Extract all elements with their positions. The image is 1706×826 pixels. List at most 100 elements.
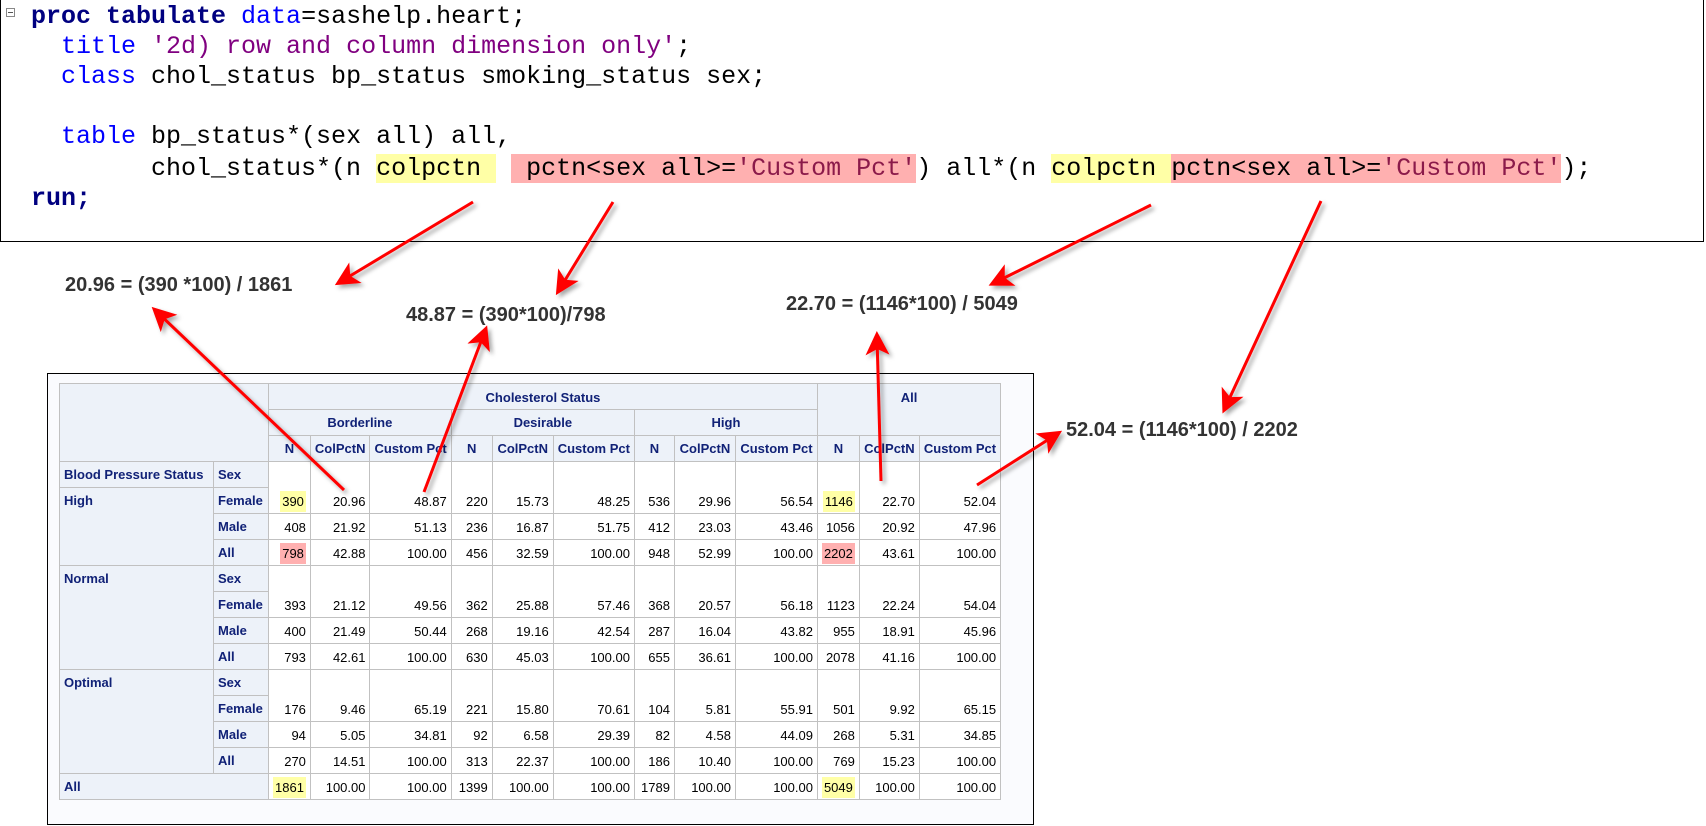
- data-cell: 15.80: [491, 695, 554, 722]
- cell-value: 43.61: [882, 546, 915, 561]
- data-cell: 10.40: [673, 747, 736, 774]
- data-cell: 34.81: [369, 721, 452, 748]
- cell-value: 42.54: [597, 624, 630, 639]
- cell-value: 1789: [641, 780, 670, 795]
- data-cell: 41.16: [858, 643, 920, 670]
- total-label: All: [59, 773, 269, 800]
- code-token: bp_status*(sex all) all,: [151, 122, 512, 151]
- data-cell: 100.00: [918, 773, 1002, 800]
- data-cell: 51.75: [552, 513, 635, 540]
- data-cell: 100.00: [369, 747, 452, 774]
- cell-value: 65.19: [414, 702, 447, 717]
- cell-value: 82: [655, 728, 670, 743]
- cell-value: 34.81: [414, 728, 447, 743]
- empty-cell: [633, 669, 675, 696]
- empty-cell: [633, 565, 675, 592]
- code-line: proc tabulate data=sashelp.heart;: [31, 2, 526, 32]
- cell-value: 456: [466, 546, 488, 561]
- cell-value: 10.40: [698, 754, 731, 769]
- cell-value: 44.09: [780, 728, 813, 743]
- data-cell: 100.00: [552, 643, 635, 670]
- cell-value: 41.16: [882, 650, 915, 665]
- data-cell: 92: [450, 721, 493, 748]
- cell-value: 100.00: [691, 780, 731, 795]
- cell-value: 100.00: [773, 546, 813, 561]
- code-token: class: [61, 62, 152, 91]
- data-cell: 176: [268, 695, 311, 722]
- code-line: class chol_status bp_status smoking_stat…: [31, 62, 766, 92]
- cell-value: 270: [284, 754, 306, 769]
- cell-value: 29.39: [597, 728, 630, 743]
- header-stat-colpctn: ColPctN: [858, 435, 920, 462]
- annotation-colpctn-all: 22.70 = (1146*100) / 5049: [786, 293, 1018, 315]
- collapse-icon[interactable]: [6, 8, 15, 17]
- data-cell: 5.05: [309, 721, 371, 748]
- cell-value: 16.04: [698, 624, 731, 639]
- data-cell: 55.91: [734, 695, 818, 722]
- data-cell: 220: [450, 487, 493, 514]
- empty-cell: [816, 461, 860, 488]
- tabulate-table: Cholesterol Status All Borderline Desirable…: [59, 383, 1002, 800]
- data-cell: 48.87: [369, 487, 452, 514]
- empty-cell: [918, 461, 1002, 488]
- code-token: =sashelp.heart;: [301, 2, 527, 31]
- data-cell: 32.59: [491, 539, 554, 566]
- data-cell: 15.73: [491, 487, 554, 514]
- empty-cell: [491, 461, 554, 488]
- cell-value: 52.99: [698, 546, 731, 561]
- data-cell: 400: [268, 617, 311, 644]
- cell-value: 268: [466, 624, 488, 639]
- cell-value: 268: [833, 728, 855, 743]
- data-cell: 268: [816, 721, 860, 748]
- header-stat-custom-pct: Custom Pct: [552, 435, 635, 462]
- header-stat-n: N: [268, 435, 311, 462]
- cell-value: 5.81: [705, 702, 731, 717]
- data-cell: 42.54: [552, 617, 635, 644]
- data-cell: 1146: [816, 487, 860, 514]
- cell-value: 100.00: [406, 754, 447, 769]
- cell-value: 400: [284, 624, 306, 639]
- data-cell: 100.00: [734, 539, 818, 566]
- empty-cell: [450, 565, 493, 592]
- empty-cell: [309, 461, 371, 488]
- data-cell: 1399: [450, 773, 493, 800]
- sex-all: All: [213, 643, 269, 670]
- cell-value: 100.00: [406, 650, 447, 665]
- row-header-bp-status: Blood Pressure Status: [59, 461, 214, 488]
- empty-cell: [309, 565, 371, 592]
- data-cell: 42.88: [309, 539, 371, 566]
- data-cell: 70.61: [552, 695, 635, 722]
- data-cell: 45.96: [918, 617, 1002, 644]
- cell-value: 70.61: [597, 702, 630, 717]
- code-token: title: [61, 32, 152, 61]
- cell-value: 56.18: [780, 598, 813, 613]
- data-cell: 21.12: [309, 591, 371, 618]
- header-stat-custom-pct: Custom Pct: [734, 435, 818, 462]
- data-cell: 36.61: [673, 643, 736, 670]
- cell-value: 16.87: [516, 520, 549, 535]
- table-row: High Female 390 20.96 48.87 220 15.73 48.25 536 2…: [59, 487, 1002, 566]
- header-stat-n: N: [633, 435, 675, 462]
- data-cell: 236: [450, 513, 493, 540]
- code-editor[interactable]: proc tabulate data=sashelp.heart; title …: [0, 0, 1704, 242]
- table-row: Optimal Sex: [59, 669, 1002, 774]
- cell-value: 21.12: [332, 598, 366, 613]
- data-cell: 1056: [816, 513, 860, 540]
- sex-all: All: [213, 747, 269, 774]
- cell-value: 100.00: [590, 780, 630, 795]
- sex-male: Male: [213, 513, 269, 540]
- cell-value: 1399: [458, 780, 488, 795]
- bp-status-optimal: Optimal: [59, 669, 214, 774]
- cell-value: 368: [648, 598, 670, 613]
- data-cell: 270: [268, 747, 311, 774]
- code-token: pctn<sex all>=: [1171, 154, 1382, 183]
- cell-value: 100.00: [325, 780, 366, 795]
- cell-value: 21.92: [332, 520, 366, 535]
- cell-value: 100.00: [590, 650, 630, 665]
- data-cell: 769: [816, 747, 860, 774]
- empty-cell: [816, 669, 860, 696]
- cell-value: 393: [284, 598, 306, 613]
- code-token: ;: [676, 32, 692, 61]
- data-cell: 48.25: [552, 487, 635, 514]
